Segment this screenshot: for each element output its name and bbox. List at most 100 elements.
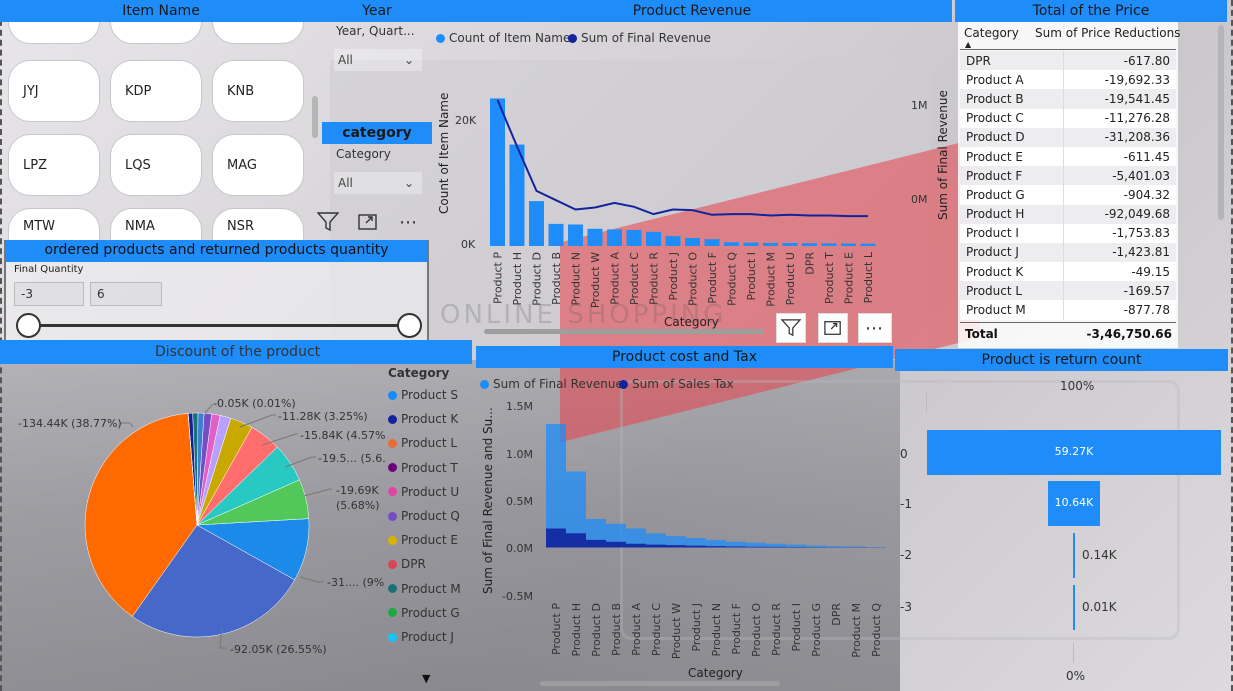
pie-legend-scroll-down-icon[interactable]: ▼	[422, 672, 430, 685]
item-tile[interactable]: MAG	[212, 134, 304, 196]
pie-legend-item[interactable]: Product M	[388, 582, 461, 596]
table-row[interactable]: Product B -19,541.45	[960, 89, 1176, 109]
pie-legend-item[interactable]: Product E	[388, 533, 458, 547]
pie-legend-item[interactable]: Product T	[388, 461, 458, 475]
return-bar[interactable]	[1073, 533, 1075, 578]
pie-legend-item[interactable]: Product K	[388, 412, 458, 426]
table-row[interactable]: Product J -1,423.81	[960, 242, 1176, 263]
table-row[interactable]: Product H -92,049.68	[960, 204, 1176, 224]
revenue-bar	[626, 230, 642, 246]
filter-icon[interactable]	[776, 313, 806, 343]
item-tile[interactable]: LQS	[110, 134, 202, 196]
pie-data-label: -31.... (9%)	[327, 576, 385, 589]
price-category-cell: Product F	[960, 166, 1064, 186]
pie-legend-item[interactable]: Product G	[388, 606, 460, 620]
pie-legend-item[interactable]: Product U	[388, 485, 459, 499]
item-tile[interactable]: NSR	[212, 208, 304, 240]
price-table-scrollbar[interactable]	[1218, 25, 1224, 220]
year-dropdown[interactable]: All ⌄	[334, 49, 422, 71]
revenue-x-tick: Product M	[765, 252, 778, 307]
pie-legend-title: Category	[388, 366, 450, 380]
table-row[interactable]: Product L -169.57	[960, 281, 1176, 301]
return-bar[interactable]	[1073, 585, 1075, 630]
item-tile[interactable]: JYJ	[8, 60, 100, 122]
revenue-bar	[646, 231, 661, 246]
category-slicer-label: Category	[336, 147, 391, 161]
pie-data-label: -11.28K (3.25%)	[278, 410, 368, 423]
focus-mode-icon[interactable]	[353, 207, 383, 237]
revenue-x-tick: Product L	[862, 251, 875, 303]
revenue-scrollbar[interactable]	[484, 329, 764, 334]
item-tile[interactable]: KDP	[110, 60, 202, 122]
price-table-header-category[interactable]: Category	[964, 26, 1019, 40]
item-tile[interactable]: KNB	[212, 60, 304, 122]
quantity-max-input[interactable]: 6	[90, 282, 162, 306]
table-row[interactable]: DPR -617.80	[960, 51, 1176, 71]
filter-icon[interactable]	[313, 207, 343, 237]
quantity-min-input[interactable]: -3	[14, 282, 84, 306]
revenue-bar	[548, 223, 564, 246]
table-row[interactable]: Product E -611.45	[960, 146, 1176, 167]
quantity-slider-min-handle[interactable]	[16, 313, 41, 338]
focus-mode-icon[interactable]	[818, 313, 848, 343]
more-options-icon[interactable]: ⋯	[858, 313, 892, 343]
legend-label: Sum of Final Revenue	[581, 31, 711, 45]
price-category-cell: Product G	[960, 185, 1064, 205]
quantity-slider-max-handle[interactable]	[397, 313, 422, 338]
table-row[interactable]: Product A -19,692.33	[960, 70, 1176, 90]
legend-swatch	[388, 414, 397, 424]
revenue-bar	[607, 229, 622, 246]
price-total-label: Total	[965, 327, 998, 341]
price-category-cell: Product L	[960, 281, 1064, 301]
legend-label: Product E	[401, 533, 458, 548]
item-name-scrollbar[interactable]	[312, 96, 318, 138]
cost-x-tick: Product M	[850, 603, 863, 658]
revenue-x-tick: Product D	[531, 252, 544, 306]
table-row[interactable]: Product M -877.78	[960, 300, 1176, 320]
product-revenue-chart: Product P Product H Product D Product B Prod…	[490, 98, 876, 308]
pie-legend-item[interactable]: Product L	[388, 436, 457, 450]
item-tile[interactable]: NMA	[110, 208, 202, 240]
revenue-left-axis-title: Count of Item Name	[437, 92, 451, 214]
cost-x-tick: Product J	[690, 603, 703, 652]
pie-legend-item[interactable]: Product J	[388, 630, 454, 644]
return-divider	[926, 393, 927, 413]
table-row[interactable]: Product F -5,401.03	[960, 166, 1176, 186]
pie-legend-item[interactable]: Product S	[388, 388, 458, 402]
category-dropdown-value: All	[338, 176, 353, 190]
price-category-cell: Product A	[960, 70, 1064, 90]
table-row[interactable]: Product I -1,753.83	[960, 223, 1176, 243]
product-revenue-title: Product Revenue	[432, 0, 952, 22]
return-top-label: 100%	[1060, 379, 1095, 393]
legend-label: Product T	[401, 460, 458, 475]
revenue-bar	[490, 98, 505, 246]
table-row[interactable]: Product G -904.32	[960, 185, 1176, 205]
table-row[interactable]: Product C -11,276.28	[960, 108, 1176, 128]
revenue-x-tick: Product Q	[726, 252, 739, 306]
revenue-x-tick: DPR	[804, 252, 817, 275]
item-tile[interactable]: MTW	[8, 208, 100, 240]
table-row[interactable]: Product D -31,208.36	[960, 127, 1176, 147]
revenue-bar	[860, 243, 876, 246]
price-value-cell: -49.15	[1063, 262, 1176, 282]
price-table-header-rule	[960, 49, 1176, 50]
quantity-slider-track[interactable]	[28, 324, 410, 327]
table-row[interactable]: Product K -49.15	[960, 262, 1176, 282]
item-tile[interactable]: LPZ	[8, 134, 100, 196]
item-tile[interactable]	[110, 22, 202, 44]
revenue-x-tick: Product H	[511, 252, 524, 306]
more-options-icon[interactable]: ⋯	[394, 207, 424, 237]
price-value-cell: -19,692.33	[1063, 70, 1176, 90]
pie-legend-item[interactable]: DPR	[388, 557, 426, 571]
category-dropdown[interactable]: All ⌄	[334, 172, 422, 194]
cost-legend-revenue: Sum of Final Revenue	[480, 377, 623, 391]
price-table-header-value[interactable]: Sum of Price Reductions	[1035, 26, 1180, 40]
cost-tick: 0.0M	[506, 542, 533, 555]
return-divider	[1073, 643, 1074, 663]
price-value-cell: -92,049.68	[1063, 204, 1176, 224]
pie-legend-item[interactable]: Product Q	[388, 509, 460, 523]
item-tile[interactable]	[8, 22, 100, 44]
item-tile[interactable]	[212, 22, 304, 44]
price-value-cell: -1,423.81	[1063, 242, 1176, 263]
cost-tax-scrollbar[interactable]	[540, 681, 780, 686]
